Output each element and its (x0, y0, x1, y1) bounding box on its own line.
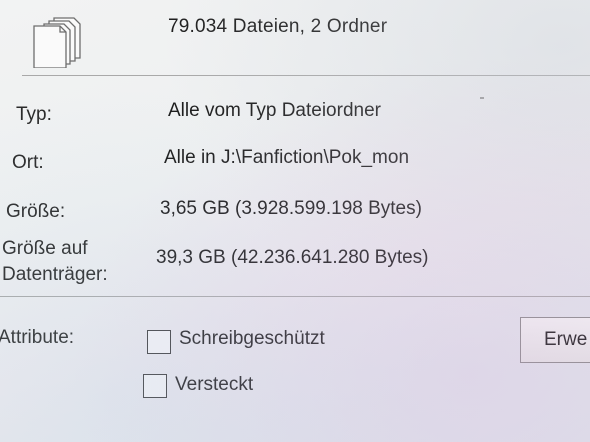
hidden-checkbox[interactable] (143, 374, 167, 398)
type-label: Typ: (16, 104, 52, 125)
screen-glare-overlay (0, 0, 590, 442)
size-on-disk-label-line1: Größe auf (2, 238, 88, 259)
location-value[interactable]: Alle in J:\Fanfiction\Pok_mon (164, 147, 409, 169)
size-value[interactable]: 3,65 GB (3.928.599.198 Bytes) (160, 198, 422, 220)
hidden-label[interactable]: Versteckt (175, 374, 253, 396)
screen-artifact (480, 97, 484, 99)
location-label: Ort: (12, 152, 44, 173)
read-only-checkbox[interactable] (147, 330, 171, 354)
multiple-files-icon (33, 17, 81, 68)
advanced-button[interactable]: Erwe (520, 317, 590, 363)
header-divider (22, 75, 590, 76)
read-only-label[interactable]: Schreibgeschützt (179, 328, 325, 350)
attributes-divider (0, 296, 590, 297)
file-count-text: 79.034 Dateien, 2 Ordner (168, 16, 388, 37)
properties-dialog: 79.034 Dateien, 2 Ordner Typ: Alle vom T… (0, 0, 590, 442)
size-label: Größe: (6, 201, 66, 222)
size-on-disk-value[interactable]: 39,3 GB (42.236.641.280 Bytes) (156, 247, 429, 269)
attributes-label: Attribute: (0, 327, 75, 348)
type-value: Alle vom Typ Dateiordner (168, 100, 381, 121)
size-on-disk-label: Größe auf Datenträger: (2, 236, 142, 288)
size-on-disk-label-line2: Datenträger: (2, 264, 108, 285)
